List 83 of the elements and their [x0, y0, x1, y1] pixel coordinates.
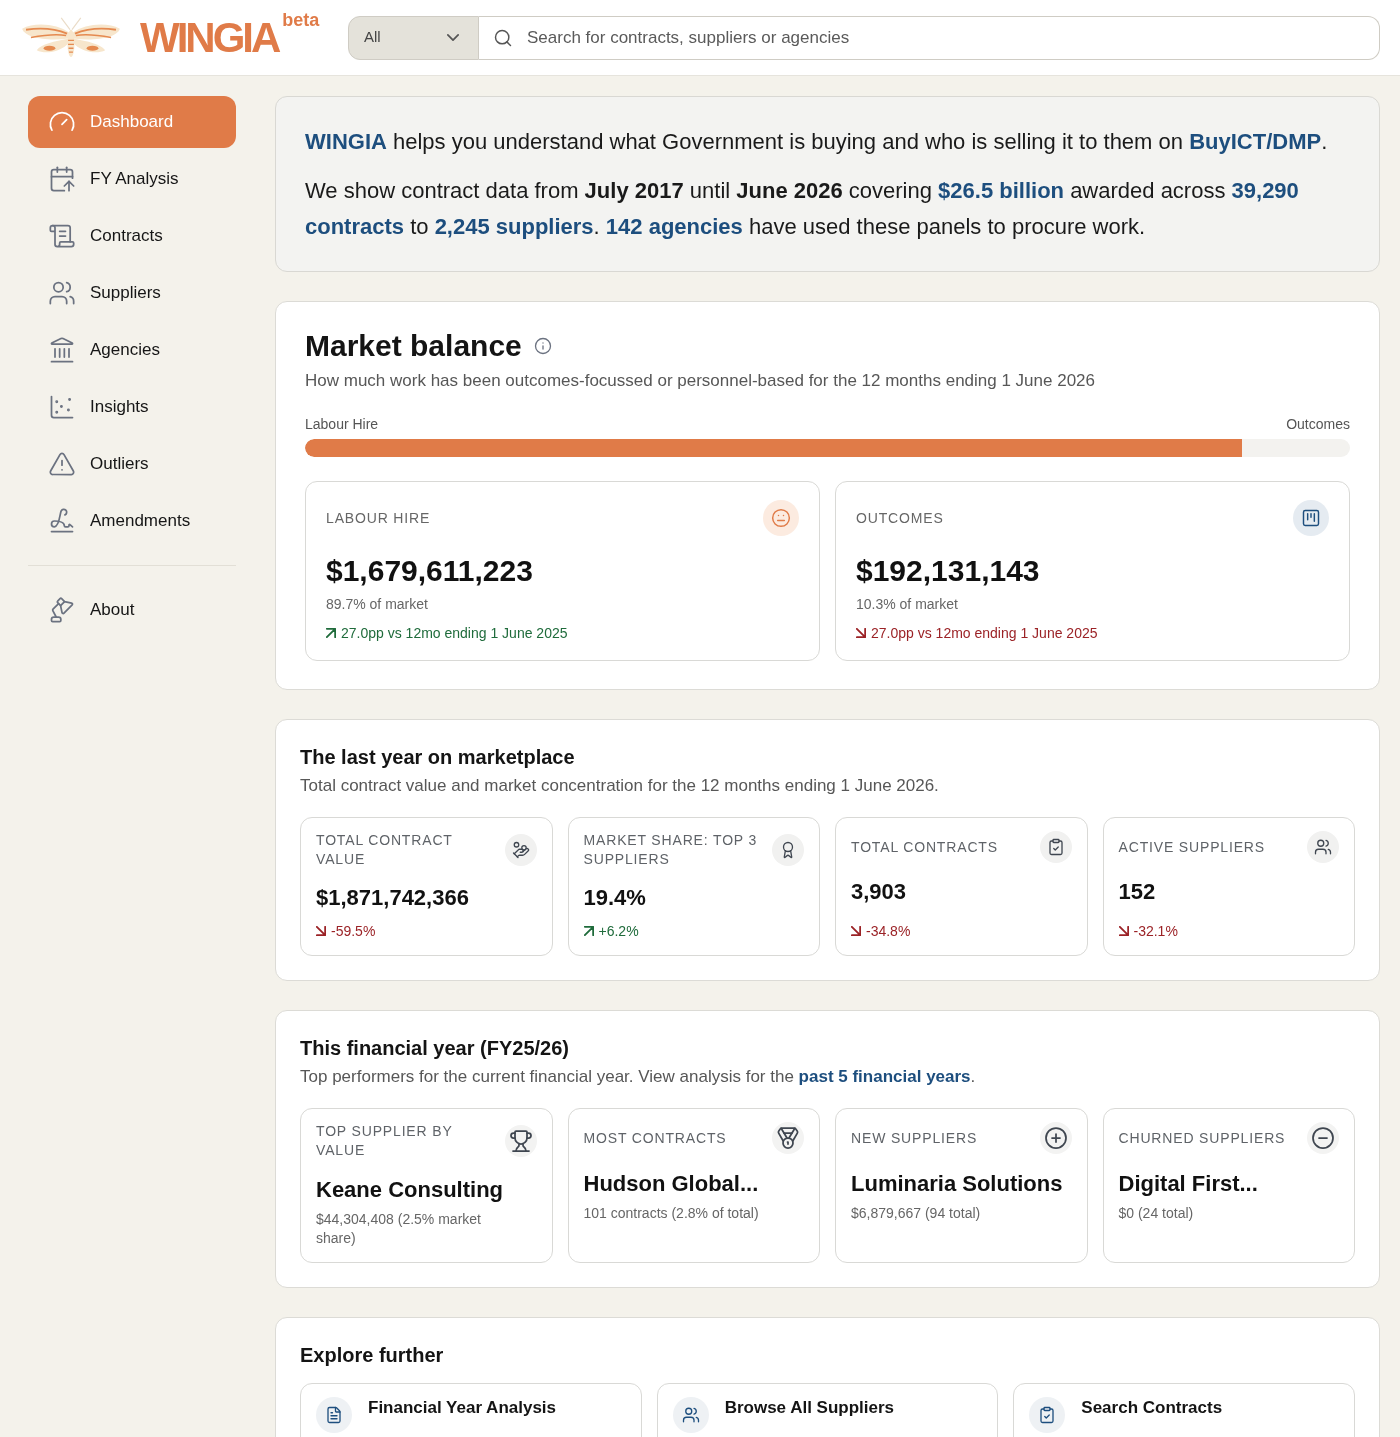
- explore-link[interactable]: Search Contracts: [1013, 1383, 1355, 1437]
- stat-label: TOTAL CONTRACTS: [851, 837, 999, 857]
- performer-label: NEW SUPPLIERS: [851, 1128, 979, 1148]
- wordmark: WINGIA: [140, 16, 279, 59]
- moth-logo-icon: [20, 16, 122, 59]
- warning-icon: [48, 450, 76, 478]
- change-text: 27.0pp vs 12mo ending 1 June 2025: [871, 624, 1098, 643]
- change-text: +6.2%: [598, 922, 639, 941]
- market-share: 10.3% of market: [856, 595, 959, 614]
- scope-select[interactable]: All: [348, 15, 479, 60]
- neutral-face-icon: [763, 500, 799, 536]
- clipboard-check-icon: [1029, 1397, 1066, 1433]
- performer-detail: 101 contracts (2.8% of total): [583, 1204, 760, 1223]
- search-icon: [493, 27, 513, 48]
- chevron-down-icon: [447, 34, 459, 41]
- metric-value: $192,131,143: [856, 553, 1041, 589]
- trophy-icon: [504, 1125, 537, 1157]
- desk-lamp-icon: [48, 596, 76, 624]
- market-share: 89.7% of market: [326, 595, 429, 614]
- stat-value: 152: [1118, 878, 1157, 906]
- nav-item[interactable]: Agencies: [28, 324, 236, 376]
- performer-label: MOST CONTRACTS: [583, 1128, 728, 1148]
- performer-label: TOP SUPPLIER BY VALUE: [316, 1122, 454, 1160]
- performer-detail: $44,304,408 (2.5% market share): [316, 1210, 482, 1248]
- section-subtitle: Top performers for the current financial year. View analysis for the past 5 financial years.: [300, 1066, 977, 1088]
- performer-detail: $6,879,667 (94 total): [851, 1204, 982, 1223]
- users-icon: [1307, 831, 1339, 863]
- performer-detail: $0 (24 total): [1118, 1204, 1195, 1223]
- stat-value: 19.4%: [583, 884, 647, 912]
- intro-text: We show contract data from July 2017 until June 2026 covering $26.5 billion awarded across 39,290 contracts to 2,245 suppliers. 142 agencies have used these panels to procure work.: [305, 177, 1300, 241]
- explore-link[interactable]: Financial Year Analysis: [300, 1383, 642, 1437]
- section-title: This financial year (FY25/26): [300, 1036, 570, 1061]
- calendar-arrow-icon: [48, 165, 76, 193]
- scroll-icon: [48, 222, 76, 250]
- intro-text: WINGIA helps you understand what Government is buying and who is selling it to them on BuyICT/DMP.: [305, 128, 1329, 156]
- bank-building-icon: [48, 336, 76, 364]
- nav-item[interactable]: Amendments: [28, 495, 236, 547]
- inline-link[interactable]: past 5 financial years: [798, 1067, 971, 1086]
- stat-label: MARKET SHARE: TOP 3 SUPPLIERS: [583, 831, 759, 869]
- kanban-icon: [1293, 500, 1329, 536]
- stat-label: ACTIVE SUPPLIERS: [1118, 837, 1266, 857]
- clipboard-check-icon: [1039, 831, 1072, 863]
- scatter-chart-icon: [48, 393, 76, 421]
- search-field[interactable]: Search for contracts, suppliers or agencies: [479, 15, 1380, 60]
- document-icon: [316, 1397, 352, 1433]
- performer-name: Hudson Global...: [583, 1170, 760, 1198]
- users-icon: [48, 279, 76, 307]
- metric-value: $1,679,611,223: [326, 553, 534, 589]
- nav-item[interactable]: Suppliers: [28, 267, 236, 319]
- hand-coins-icon: [504, 834, 537, 866]
- stat-label: TOTAL CONTRACT VALUE: [316, 831, 454, 869]
- nav-item[interactable]: Insights: [28, 381, 236, 433]
- change-text: 27.0pp vs 12mo ending 1 June 2025: [341, 624, 568, 643]
- section-title: Market balance: [305, 328, 522, 364]
- performer-name: Keane Consulting: [316, 1176, 504, 1204]
- nav-item[interactable]: Outliers: [28, 438, 236, 490]
- signature-icon: [48, 507, 76, 535]
- stat-value: 3,903: [851, 878, 908, 906]
- nav-item[interactable]: Contracts: [28, 210, 236, 262]
- change-text: -32.1%: [1133, 922, 1178, 941]
- nav-item[interactable]: About: [28, 584, 236, 636]
- performer-name: Luminaria Solutions: [851, 1170, 1064, 1198]
- section-subtitle: Total contract value and market concentration for the 12 months ending 1 June 2026.: [300, 775, 940, 797]
- beta-label: beta: [282, 10, 320, 29]
- stat-value: $1,871,742,366: [316, 884, 470, 912]
- inline-link[interactable]: BuyICT/DMP: [1189, 129, 1322, 154]
- award-ribbon-icon: [772, 834, 804, 866]
- metric-label: OUTCOMES: [856, 508, 944, 528]
- section-title: Explore further: [300, 1343, 445, 1368]
- performer-label: CHURNED SUPPLIERS: [1118, 1128, 1287, 1148]
- medal-icon: [772, 1122, 804, 1154]
- bar-label: Outcomes: [1286, 415, 1350, 434]
- users-icon: [672, 1397, 709, 1433]
- change-text: -59.5%: [331, 922, 376, 941]
- metric-label: LABOUR HIRE: [326, 508, 431, 528]
- section-subtitle: How much work has been outcomes-focussed or personnel-based for the 12 months ending 1 June 2026: [305, 370, 1097, 392]
- bar-label: Labour Hire: [305, 415, 379, 434]
- change-text: -34.8%: [866, 922, 911, 941]
- nav-item[interactable]: FY Analysis: [28, 153, 236, 205]
- performer-name: Digital First...: [1118, 1170, 1259, 1198]
- explore-link[interactable]: Browse All Suppliers: [656, 1383, 999, 1437]
- info-icon[interactable]: [533, 337, 552, 355]
- section-title: The last year on marketplace: [300, 745, 576, 770]
